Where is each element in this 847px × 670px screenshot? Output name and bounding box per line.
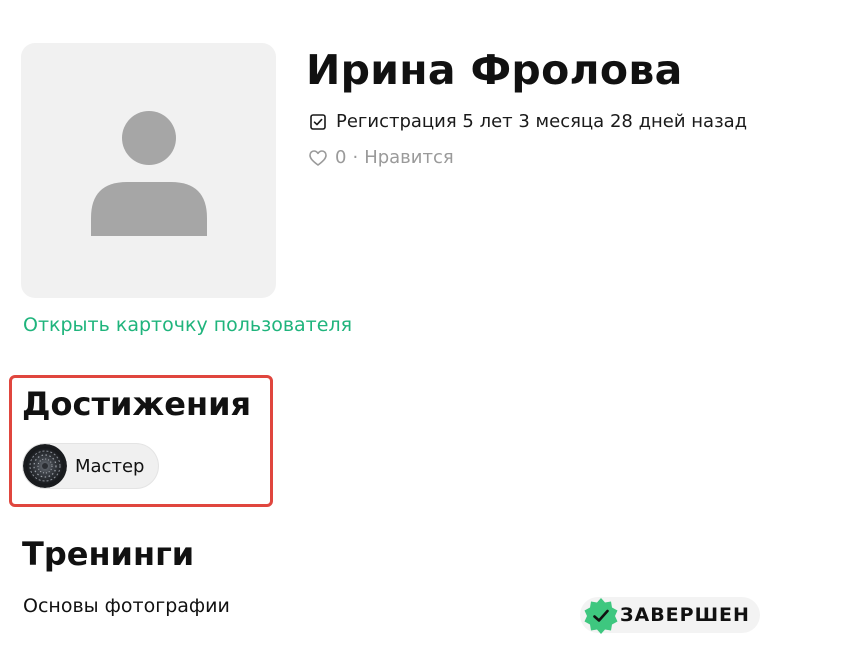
training-status-label: ЗАВЕРШЕН	[620, 604, 750, 626]
user-placeholder-icon	[91, 111, 207, 236]
achievements-title: Достижения	[22, 385, 252, 423]
heart-icon[interactable]	[308, 148, 328, 168]
likes-info[interactable]: 0 · Нравится	[308, 147, 454, 168]
check-badge-icon	[584, 598, 618, 634]
open-user-card-link[interactable]: Открыть карточку пользователя	[23, 314, 352, 336]
achievement-badge-label: Мастер	[75, 455, 145, 477]
user-profile-page: Ирина Фролова Регистрация 5 лет 3 месяца…	[0, 0, 847, 670]
likes-separator: ·	[352, 147, 359, 168]
training-item-name[interactable]: Основы фотографии	[23, 595, 230, 617]
avatar	[21, 43, 276, 298]
registration-text: Регистрация 5 лет 3 месяца 28 дней назад	[336, 111, 748, 132]
checkbox-icon	[308, 112, 328, 132]
achievement-badge[interactable]: Мастер	[23, 444, 158, 488]
training-status-badge: ЗАВЕРШЕН	[580, 597, 760, 634]
user-name: Ирина Фролова	[306, 46, 683, 94]
likes-count: 0	[335, 147, 347, 168]
trainings-title: Тренинги	[22, 535, 195, 573]
achievement-badge-icon	[23, 444, 67, 488]
registration-info: Регистрация 5 лет 3 месяца 28 дней назад	[308, 111, 747, 132]
likes-label: Нравится	[364, 147, 454, 168]
